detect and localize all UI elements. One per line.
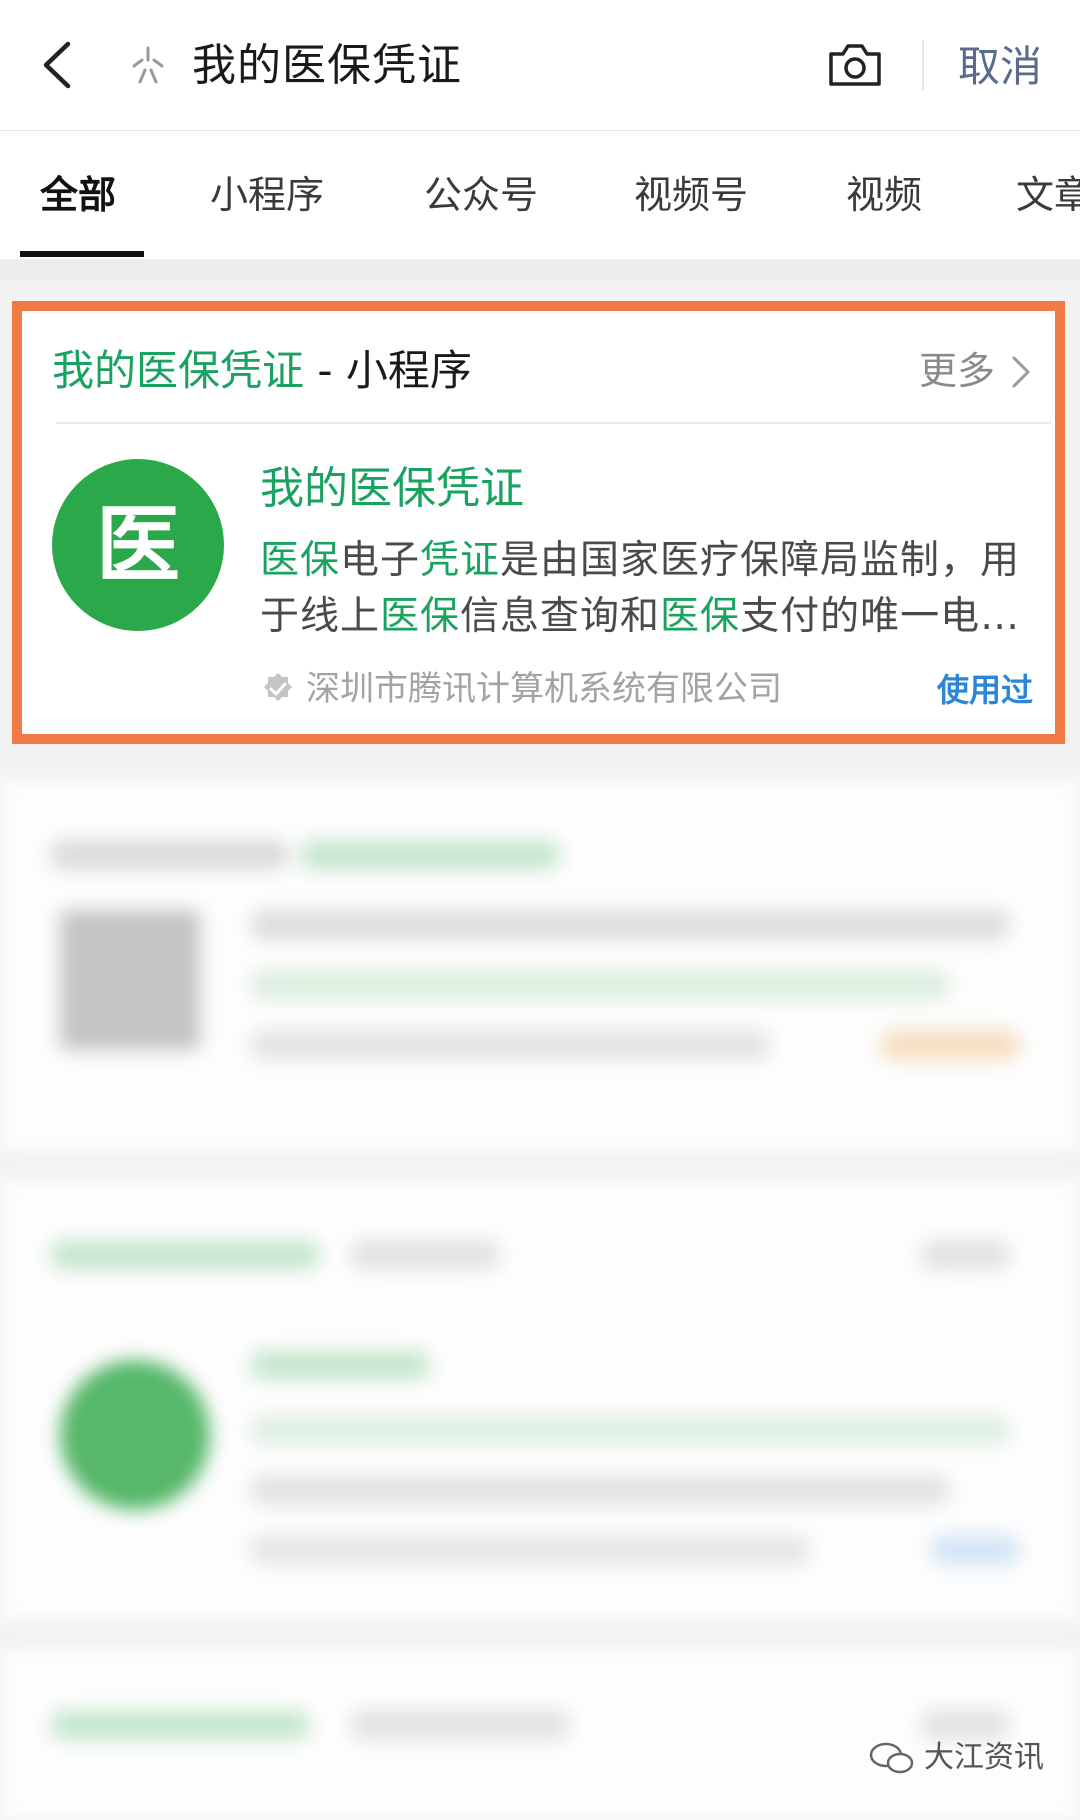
description-text: 支付的唯一电… bbox=[740, 594, 1021, 639]
used-before-badge: 使用过 bbox=[936, 671, 1033, 709]
section-gap bbox=[0, 259, 1080, 281]
search-bar: 我的医保凭证 取消 bbox=[0, 0, 1080, 131]
more-link[interactable]: 更多 bbox=[919, 347, 995, 395]
blurred-result-card bbox=[0, 1650, 1080, 1820]
app-icon-glyph: 医 bbox=[95, 496, 180, 594]
app-description-line-1: 医保电子凭证是由国家医疗保障局监制，用 bbox=[260, 533, 1040, 589]
section-title-suffix: - 小程序 bbox=[304, 346, 472, 395]
app-description-line-2: 于线上医保信息查询和医保支付的唯一电… bbox=[260, 589, 1040, 645]
divider bbox=[56, 422, 1051, 424]
watermark-text: 大江资讯 bbox=[924, 1740, 1044, 1775]
app-icon[interactable]: 医 bbox=[52, 459, 224, 631]
description-text: 电子 bbox=[340, 538, 421, 583]
tab-all[interactable]: 全部 bbox=[40, 171, 116, 219]
search-input[interactable]: 我的医保凭证 bbox=[192, 38, 462, 94]
description-text: 信息查询和 bbox=[460, 594, 661, 639]
verified-badge-icon bbox=[264, 673, 292, 701]
tab-official-accounts[interactable]: 公众号 bbox=[424, 171, 538, 219]
tab-articles[interactable]: 文章 bbox=[1016, 171, 1080, 219]
description-keyword: 医保 bbox=[380, 594, 461, 639]
wechat-icon bbox=[869, 1742, 914, 1774]
chevron-right-icon[interactable] bbox=[1009, 353, 1033, 391]
description-keyword: 医保 bbox=[660, 594, 741, 639]
watermark: 大江资讯 bbox=[868, 1738, 1044, 1778]
camera-icon[interactable] bbox=[826, 40, 884, 90]
tab-mini-programs[interactable]: 小程序 bbox=[210, 171, 324, 219]
description-keyword: 凭证 bbox=[420, 538, 501, 583]
tab-channels[interactable]: 视频号 bbox=[634, 171, 748, 219]
cancel-button[interactable]: 取消 bbox=[958, 40, 1042, 94]
active-tab-indicator bbox=[20, 251, 144, 257]
tab-videos[interactable]: 视频 bbox=[846, 171, 922, 219]
blurred-results bbox=[0, 760, 1080, 1820]
description-text: 是由国家医疗保障局监制，用 bbox=[500, 538, 1021, 583]
section-title: 我的医保凭证 - 小程序 bbox=[52, 345, 472, 397]
app-name[interactable]: 我的医保凭证 bbox=[260, 461, 524, 517]
divider bbox=[922, 40, 924, 90]
publisher-name: 深圳市腾讯计算机系统有限公司 bbox=[306, 669, 782, 709]
description-text: 于线上 bbox=[260, 594, 381, 639]
app-description: 医保电子凭证是由国家医疗保障局监制，用 于线上医保信息查询和医保支付的唯一电… bbox=[260, 533, 1040, 645]
description-keyword: 医保 bbox=[260, 538, 341, 583]
mini-program-result-card[interactable]: 我的医保凭证 - 小程序 更多 医 我的医保凭证 医保电子凭证是由国家医疗保障局… bbox=[12, 301, 1065, 744]
section-title-keyword: 我的医保凭证 bbox=[52, 346, 305, 395]
blurred-result-card bbox=[0, 780, 1080, 1150]
back-arrow-icon[interactable] bbox=[34, 38, 84, 92]
filter-tabs: 全部 小程序 公众号 视频号 视频 文章 bbox=[0, 131, 1080, 259]
search-sparkle-icon bbox=[132, 46, 164, 84]
publisher: 深圳市腾讯计算机系统有限公司 bbox=[260, 667, 782, 711]
blurred-result-card bbox=[0, 1180, 1080, 1620]
